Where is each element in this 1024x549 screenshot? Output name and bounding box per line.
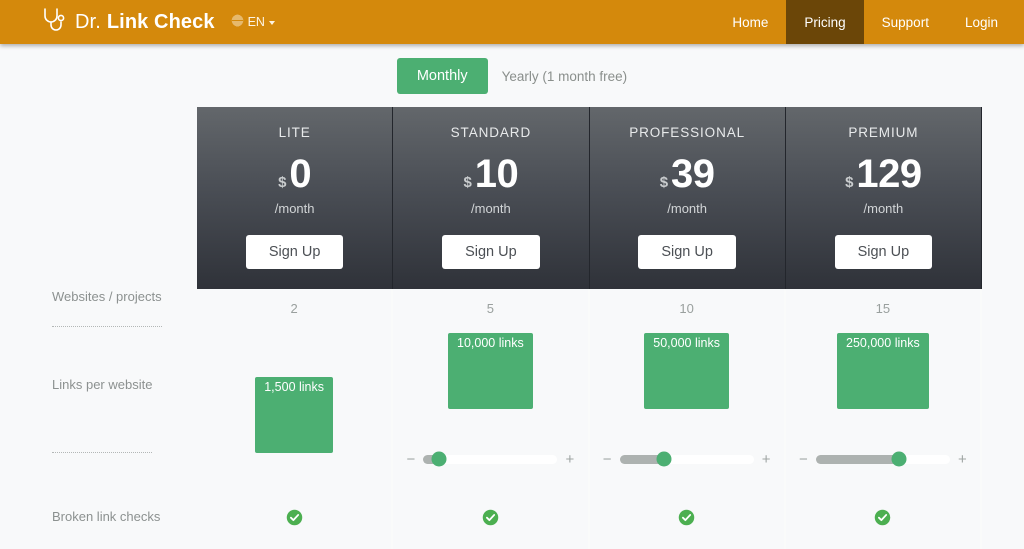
language-label: EN — [247, 15, 265, 29]
pricing-table: LITE $ 0 /month Sign Up STANDARD $ 10 /m… — [42, 107, 982, 549]
links-slider-professional[interactable]: − + — [603, 421, 771, 497]
signup-button[interactable]: Sign Up — [834, 235, 933, 269]
slider-decrement-icon[interactable]: − — [603, 452, 612, 467]
slider-handle[interactable] — [431, 451, 447, 467]
nav-item-login[interactable]: Login — [947, 0, 1024, 44]
signup-button[interactable]: Sign Up — [245, 235, 344, 269]
feature-label-websites-projects: Websites / projects — [42, 289, 197, 327]
plan-card-lite: LITE $ 0 /month Sign Up — [197, 107, 394, 289]
check-icon — [286, 509, 303, 549]
slider-fill — [815, 454, 899, 464]
top-navigation-bar: Dr. Link Check EN Home Pricing Support Lo… — [0, 0, 1024, 44]
links-badge: 1,500 links — [255, 377, 333, 453]
brand-prefix: Dr. — [75, 10, 101, 33]
billing-period: /month — [471, 201, 511, 216]
check-icon — [482, 509, 499, 549]
feature-value: 10 — [590, 289, 786, 327]
main-nav: Home Pricing Support Login — [714, 0, 1024, 44]
slider-track[interactable] — [423, 451, 558, 467]
chevron-down-icon — [268, 21, 275, 25]
currency-symbol: $ — [659, 174, 669, 191]
billing-period: /month — [274, 201, 315, 216]
feature-value — [197, 503, 394, 549]
price-amount: 39 — [671, 152, 715, 196]
plan-name: PROFESSIONAL — [629, 125, 746, 140]
nav-item-support[interactable]: Support — [864, 0, 947, 44]
language-selector[interactable]: EN — [228, 0, 275, 44]
links-slider-standard[interactable]: − + — [406, 421, 574, 497]
nav-item-home[interactable]: Home — [714, 0, 786, 44]
nav-item-pricing[interactable]: Pricing — [786, 0, 864, 44]
links-cell-lite: 1,500 links — [197, 327, 394, 503]
billing-period: /month — [667, 201, 707, 216]
check-icon — [874, 509, 891, 549]
price-amount: 129 — [856, 152, 922, 196]
globe-icon — [228, 14, 246, 30]
plan-price: $ 0 — [207, 154, 382, 194]
feature-label-links-per-website: Links per website — [42, 327, 197, 503]
plan-price: $ 129 — [796, 154, 971, 194]
billing-yearly-option[interactable]: Yearly (1 month free) — [502, 69, 628, 84]
brand-title: Dr. Link Check — [75, 11, 215, 34]
slider-handle[interactable] — [891, 451, 907, 467]
slider-increment-icon[interactable]: + — [565, 452, 574, 467]
links-badge: 250,000 links — [837, 333, 929, 409]
feature-value: 5 — [393, 289, 590, 327]
table-corner-spacer — [42, 107, 197, 289]
feature-value — [393, 503, 590, 549]
signup-button[interactable]: Sign Up — [442, 235, 540, 269]
billing-period-toggle: Monthly Yearly (1 month free) — [0, 44, 1024, 107]
links-badge: 10,000 links — [448, 333, 533, 409]
billing-monthly-button[interactable]: Monthly — [396, 58, 488, 94]
brand-logo[interactable]: Dr. Link Check — [0, 0, 215, 44]
slider-track[interactable] — [815, 451, 950, 467]
feature-label-broken-link-checks: Broken link checks — [42, 503, 197, 549]
plan-price: $ 39 — [600, 154, 775, 194]
plan-name: PREMIUM — [848, 125, 919, 140]
stethoscope-icon — [40, 6, 66, 39]
slider-increment-icon[interactable]: + — [762, 452, 771, 467]
currency-symbol: $ — [278, 174, 287, 191]
plan-name: STANDARD — [450, 125, 532, 140]
feature-value — [786, 503, 982, 549]
slider-handle[interactable] — [656, 451, 672, 467]
slider-track[interactable] — [619, 451, 754, 467]
links-cell-standard: 10,000 links − + — [393, 327, 590, 503]
slider-increment-icon[interactable]: + — [958, 452, 967, 467]
price-amount: 0 — [289, 152, 312, 196]
links-cell-professional: 50,000 links − + — [590, 327, 786, 503]
plan-card-professional: PROFESSIONAL $ 39 /month Sign Up — [589, 107, 786, 289]
plan-card-premium: PREMIUM $ 129 /month Sign Up — [785, 107, 982, 289]
signup-button[interactable]: Sign Up — [638, 235, 736, 269]
slider-decrement-icon[interactable]: − — [406, 452, 415, 467]
links-slider-premium[interactable]: − + — [799, 421, 967, 497]
brand-name: Link Check — [106, 10, 215, 33]
check-icon — [678, 509, 695, 549]
links-badge: 50,000 links — [644, 333, 729, 409]
currency-symbol: $ — [463, 174, 472, 191]
plan-name: LITE — [278, 125, 311, 140]
feature-value: 2 — [197, 289, 394, 327]
feature-value: 15 — [786, 289, 982, 327]
links-cell-premium: 250,000 links − + — [786, 327, 982, 503]
feature-value — [590, 503, 786, 549]
plan-card-standard: STANDARD $ 10 /month Sign Up — [393, 107, 590, 289]
plan-price: $ 10 — [403, 154, 578, 194]
price-amount: 10 — [474, 152, 519, 196]
slider-decrement-icon[interactable]: − — [799, 452, 808, 467]
currency-symbol: $ — [845, 174, 854, 191]
billing-period: /month — [863, 201, 904, 216]
